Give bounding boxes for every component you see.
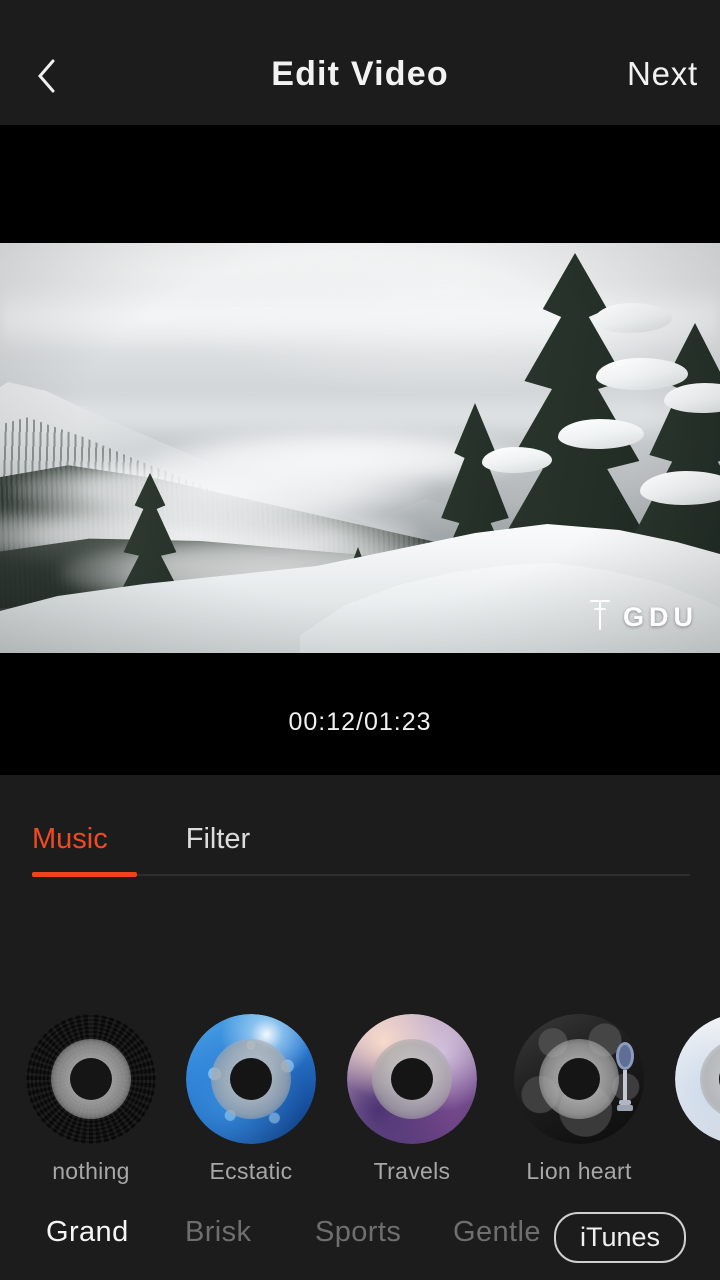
disc-hole — [230, 1058, 272, 1100]
disc-art-mu[interactable] — [675, 1014, 720, 1144]
category-sports[interactable]: Sports — [315, 1216, 401, 1249]
category-gentle[interactable]: Gentle — [453, 1216, 541, 1249]
disc-art-vinyl[interactable] — [26, 1014, 156, 1144]
watermark: GDU — [589, 597, 698, 631]
disc-label: nothing — [52, 1158, 130, 1184]
disc-item-travels[interactable]: Travels — [332, 1014, 492, 1185]
editor-tabs: Music Filter — [0, 775, 720, 890]
video-stage[interactable]: GDU 00:12/01:23 — [0, 125, 720, 775]
next-button[interactable]: Next — [627, 55, 698, 93]
disc-art-travels[interactable] — [347, 1014, 477, 1144]
tab-music[interactable]: Music — [32, 823, 108, 856]
itunes-button[interactable]: iTunes — [553, 1212, 686, 1263]
app-header: Edit Video Next — [0, 0, 720, 125]
disc-label: Travels — [373, 1158, 451, 1184]
disc-label: Lion heart — [526, 1158, 632, 1184]
tab-row: Music Filter — [32, 823, 250, 856]
disc-item-nothing[interactable]: nothing — [11, 1014, 171, 1185]
watermark-text: GDU — [623, 602, 698, 633]
page-title: Edit Video — [271, 55, 449, 93]
disc-item-mu[interactable]: Mu — [660, 1014, 720, 1185]
disc-hole — [391, 1058, 433, 1100]
tab-active-indicator — [32, 872, 137, 877]
disc-label: Ecstatic — [209, 1158, 293, 1184]
timecode-display: 00:12/01:23 — [288, 708, 432, 736]
edit-video-screen: Edit Video Next GDU 00:12/01:23 Music Fi… — [0, 0, 720, 1280]
category-grand[interactable]: Grand — [46, 1216, 129, 1249]
music-disc-carousel[interactable]: nothing Ecstatic Travels Lion heart — [0, 1014, 720, 1194]
disc-art-lion-heart[interactable] — [514, 1014, 644, 1144]
now-playing-row[interactable]: Cavalry — [0, 900, 720, 1008]
disc-art-ecstatic[interactable] — [186, 1014, 316, 1144]
disc-item-lion-heart[interactable]: Lion heart — [499, 1014, 659, 1185]
photo-vignette — [0, 243, 720, 653]
tab-filter[interactable]: Filter — [186, 823, 250, 856]
disc-hole — [558, 1058, 600, 1100]
microphone-icon — [616, 1042, 634, 1111]
disc-label: Mu — [660, 1158, 720, 1185]
category-brisk[interactable]: Brisk — [185, 1216, 251, 1249]
video-preview[interactable]: GDU — [0, 243, 720, 653]
drone-icon — [590, 600, 610, 630]
disc-item-ecstatic[interactable]: Ecstatic — [171, 1014, 331, 1185]
disc-hole — [70, 1058, 112, 1100]
music-category-bar: Grand Brisk Sports Gentle iTunes — [0, 1198, 720, 1280]
